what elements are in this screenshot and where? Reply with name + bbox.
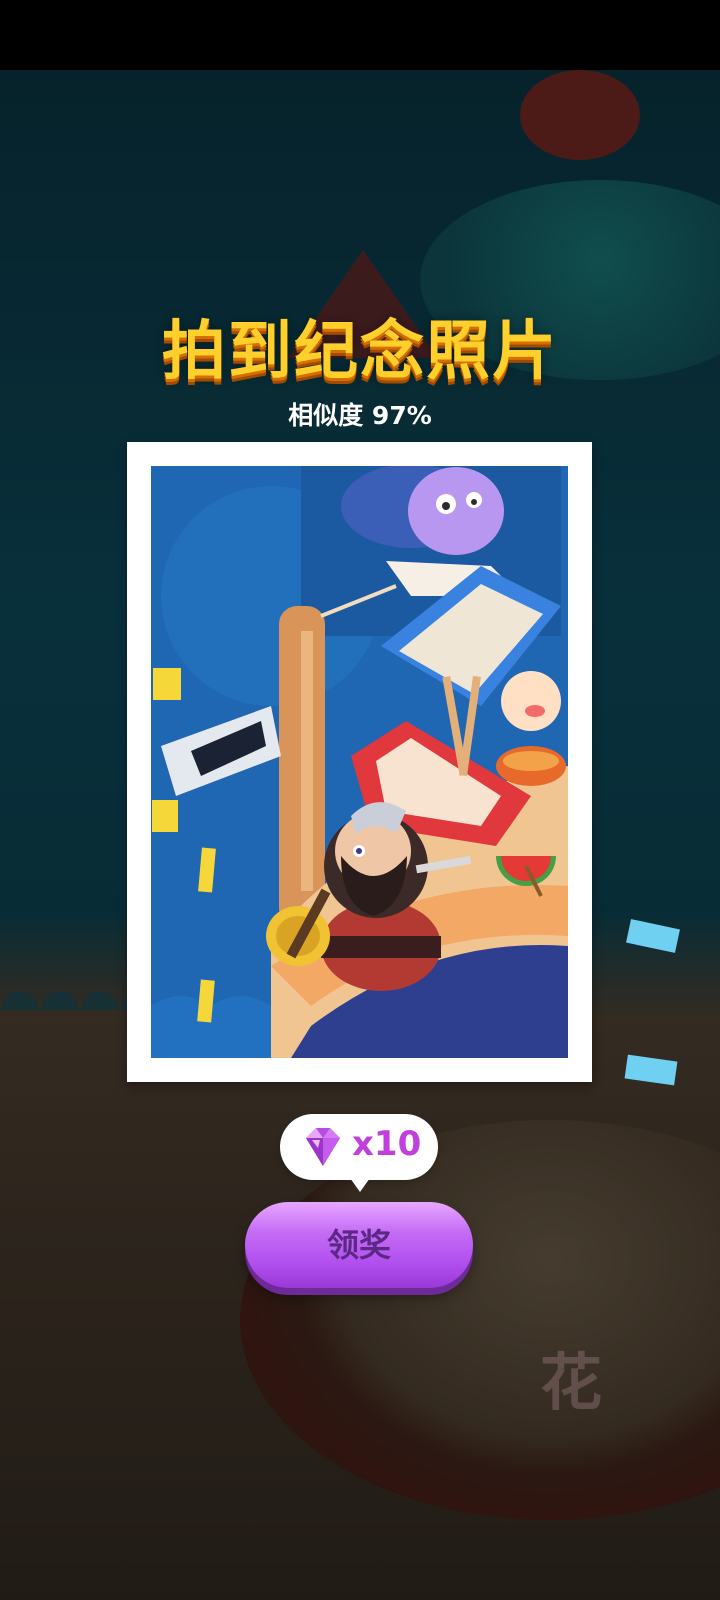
confetti-piece: [153, 668, 181, 700]
popup-title: 拍到纪念照片: [162, 315, 558, 389]
photo-illustration: [151, 466, 568, 1058]
gem-icon: [306, 1128, 340, 1166]
reward-count: x10: [352, 1124, 422, 1164]
confetti-piece: [152, 800, 178, 832]
souvenir-photo-frame: [127, 442, 592, 1082]
souvenir-photo: [151, 466, 568, 1058]
similarity-label: 相似度 97%: [288, 401, 432, 430]
game-screen: 花 拍到纪念照片 相似度 97% x10 领奖: [0, 0, 720, 1600]
reward-bubble: x10: [280, 1114, 438, 1192]
status-bar: [0, 0, 720, 70]
claim-reward-button[interactable]: 领奖: [245, 1202, 473, 1288]
